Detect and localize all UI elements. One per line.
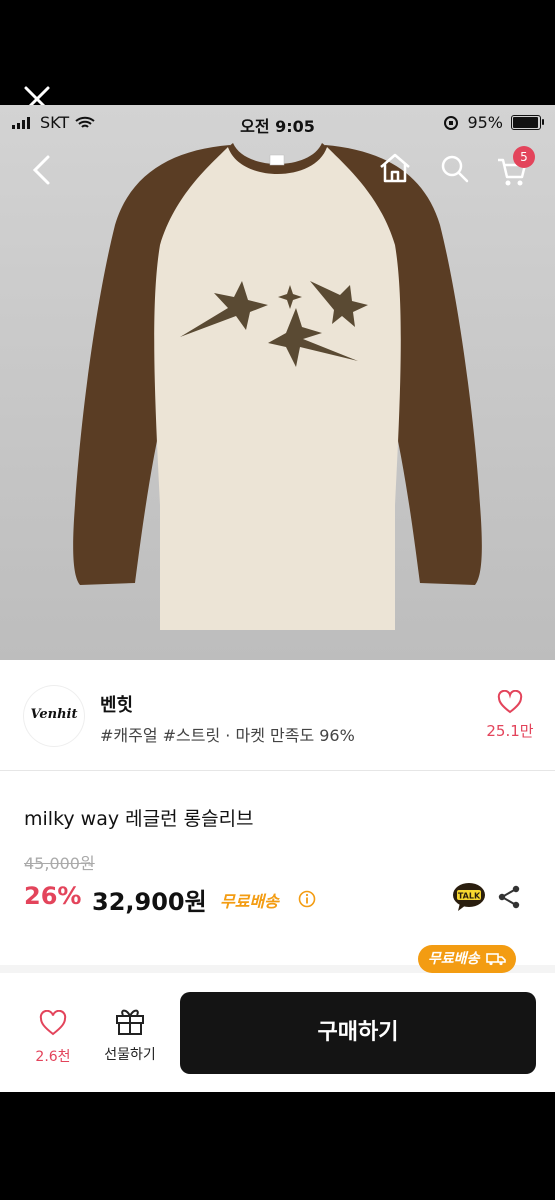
heart-icon	[39, 1009, 67, 1036]
orientation-lock-icon	[444, 115, 459, 130]
battery-percent: 95%	[467, 113, 503, 132]
like-count: 2.6천	[35, 1049, 71, 1065]
cart-badge: 5	[513, 146, 535, 168]
store-like-count: 25.1만	[486, 722, 534, 740]
like-button[interactable]: 2.6천	[24, 1009, 82, 1066]
share-icon[interactable]	[496, 884, 522, 910]
original-price: 45,000원	[24, 854, 95, 873]
gift-label: 선물하기	[104, 1047, 156, 1063]
store-tags: #캐주얼 #스트릿 · 마켓 만족도 96%	[100, 726, 355, 745]
back-icon[interactable]	[30, 154, 54, 186]
talk-icon-text: TALK	[458, 892, 481, 901]
free-shipping-badge-label: 무료배송	[428, 951, 480, 967]
discount-rate: 26%	[24, 882, 82, 910]
truck-icon	[485, 953, 506, 966]
status-bar: SKT 오전 9:05 95%	[0, 105, 555, 141]
store-like-button[interactable]: 25.1만	[480, 689, 540, 741]
free-shipping-badge: 무료배송	[418, 945, 516, 973]
gift-icon	[116, 1009, 144, 1035]
search-icon[interactable]	[440, 154, 470, 184]
divider	[0, 770, 555, 771]
sale-price: 32,900원	[92, 888, 207, 916]
home-icon[interactable]	[378, 152, 412, 184]
gift-button[interactable]: 선물하기	[94, 1006, 166, 1064]
store-row[interactable]: Venhit 벤힛 #캐주얼 #스트릿 · 마켓 만족도 96% 25.1만	[0, 660, 555, 770]
store-logo[interactable]: Venhit	[24, 686, 84, 746]
battery-icon	[511, 115, 544, 130]
buy-button[interactable]: 구매하기	[180, 992, 536, 1074]
product-image[interactable]	[0, 105, 555, 660]
product-title: milky way 레글런 롱슬리브	[24, 808, 254, 830]
free-shipping-label: 무료배송	[220, 892, 279, 911]
heart-icon	[497, 689, 523, 714]
raglan-shirt-image	[0, 105, 555, 660]
store-name[interactable]: 벤힛	[100, 691, 133, 717]
talk-icon: TALK	[453, 883, 485, 911]
product-detail: Venhit 벤힛 #캐주얼 #스트릿 · 마켓 만족도 96% 25.1만 m…	[0, 660, 555, 1092]
kakao-talk-button[interactable]: TALK	[452, 882, 486, 912]
store-logo-text: Venhit	[30, 707, 78, 722]
info-icon[interactable]	[298, 890, 316, 908]
